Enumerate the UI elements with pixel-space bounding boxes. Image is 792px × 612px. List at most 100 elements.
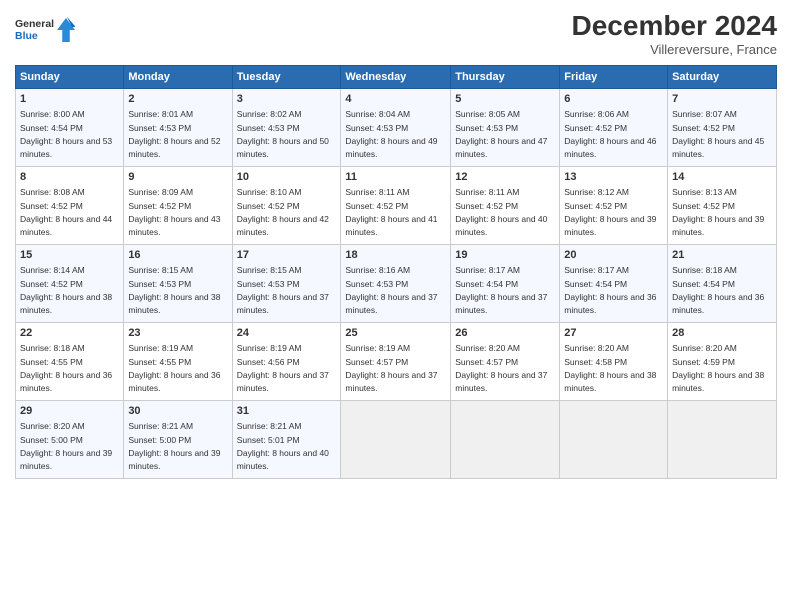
day-cell-15: 15 Sunrise: 8:14 AMSunset: 4:52 PMDaylig…: [16, 245, 124, 323]
day-number: 10: [237, 170, 337, 185]
day-info: Sunrise: 8:05 AMSunset: 4:53 PMDaylight:…: [455, 109, 547, 159]
day-number: 21: [672, 248, 772, 263]
day-info: Sunrise: 8:14 AMSunset: 4:52 PMDaylight:…: [20, 265, 112, 315]
day-info: Sunrise: 8:21 AMSunset: 5:01 PMDaylight:…: [237, 421, 329, 471]
day-info: Sunrise: 8:15 AMSunset: 4:53 PMDaylight:…: [128, 265, 220, 315]
week-row-4: 22 Sunrise: 8:18 AMSunset: 4:55 PMDaylig…: [16, 323, 777, 401]
day-cell-23: 23 Sunrise: 8:19 AMSunset: 4:55 PMDaylig…: [124, 323, 232, 401]
day-info: Sunrise: 8:15 AMSunset: 4:53 PMDaylight:…: [237, 265, 329, 315]
day-cell-18: 18 Sunrise: 8:16 AMSunset: 4:53 PMDaylig…: [341, 245, 451, 323]
day-info: Sunrise: 8:00 AMSunset: 4:54 PMDaylight:…: [20, 109, 112, 159]
day-cell-10: 10 Sunrise: 8:10 AMSunset: 4:52 PMDaylig…: [232, 167, 341, 245]
header-saturday: Saturday: [668, 66, 777, 89]
title-area: December 2024 Villereversure, France: [572, 10, 777, 57]
day-info: Sunrise: 8:04 AMSunset: 4:53 PMDaylight:…: [345, 109, 437, 159]
day-cell-2: 2 Sunrise: 8:01 AMSunset: 4:53 PMDayligh…: [124, 89, 232, 167]
header-wednesday: Wednesday: [341, 66, 451, 89]
day-cell-31: 31 Sunrise: 8:21 AMSunset: 5:01 PMDaylig…: [232, 401, 341, 479]
week-row-2: 8 Sunrise: 8:08 AMSunset: 4:52 PMDayligh…: [16, 167, 777, 245]
day-cell-11: 11 Sunrise: 8:11 AMSunset: 4:52 PMDaylig…: [341, 167, 451, 245]
day-cell-16: 16 Sunrise: 8:15 AMSunset: 4:53 PMDaylig…: [124, 245, 232, 323]
page: { "header": { "logo_line1": "General", "…: [0, 0, 792, 612]
day-number: 25: [345, 326, 446, 341]
day-cell-14: 14 Sunrise: 8:13 AMSunset: 4:52 PMDaylig…: [668, 167, 777, 245]
empty-cell: [560, 401, 668, 479]
day-info: Sunrise: 8:10 AMSunset: 4:52 PMDaylight:…: [237, 187, 329, 237]
day-info: Sunrise: 8:07 AMSunset: 4:52 PMDaylight:…: [672, 109, 764, 159]
week-row-3: 15 Sunrise: 8:14 AMSunset: 4:52 PMDaylig…: [16, 245, 777, 323]
day-number: 16: [128, 248, 227, 263]
day-cell-19: 19 Sunrise: 8:17 AMSunset: 4:54 PMDaylig…: [451, 245, 560, 323]
day-info: Sunrise: 8:18 AMSunset: 4:55 PMDaylight:…: [20, 343, 112, 393]
day-number: 2: [128, 92, 227, 107]
day-info: Sunrise: 8:08 AMSunset: 4:52 PMDaylight:…: [20, 187, 112, 237]
day-number: 1: [20, 92, 119, 107]
svg-text:Blue: Blue: [15, 30, 38, 42]
week-row-1: 1 Sunrise: 8:00 AMSunset: 4:54 PMDayligh…: [16, 89, 777, 167]
day-number: 6: [564, 92, 663, 107]
day-cell-1: 1 Sunrise: 8:00 AMSunset: 4:54 PMDayligh…: [16, 89, 124, 167]
day-number: 31: [237, 404, 337, 419]
day-number: 17: [237, 248, 337, 263]
day-info: Sunrise: 8:21 AMSunset: 5:00 PMDaylight:…: [128, 421, 220, 471]
day-cell-27: 27 Sunrise: 8:20 AMSunset: 4:58 PMDaylig…: [560, 323, 668, 401]
day-info: Sunrise: 8:17 AMSunset: 4:54 PMDaylight:…: [455, 265, 547, 315]
day-number: 5: [455, 92, 555, 107]
logo: General Blue: [15, 10, 75, 50]
day-cell-22: 22 Sunrise: 8:18 AMSunset: 4:55 PMDaylig…: [16, 323, 124, 401]
day-number: 29: [20, 404, 119, 419]
day-info: Sunrise: 8:02 AMSunset: 4:53 PMDaylight:…: [237, 109, 329, 159]
day-info: Sunrise: 8:11 AMSunset: 4:52 PMDaylight:…: [455, 187, 547, 237]
empty-cell: [668, 401, 777, 479]
day-info: Sunrise: 8:09 AMSunset: 4:52 PMDaylight:…: [128, 187, 220, 237]
day-info: Sunrise: 8:20 AMSunset: 4:57 PMDaylight:…: [455, 343, 547, 393]
day-cell-21: 21 Sunrise: 8:18 AMSunset: 4:54 PMDaylig…: [668, 245, 777, 323]
svg-text:General: General: [15, 18, 54, 30]
calendar-table: Sunday Monday Tuesday Wednesday Thursday…: [15, 65, 777, 479]
header-friday: Friday: [560, 66, 668, 89]
day-cell-25: 25 Sunrise: 8:19 AMSunset: 4:57 PMDaylig…: [341, 323, 451, 401]
day-number: 19: [455, 248, 555, 263]
day-cell-26: 26 Sunrise: 8:20 AMSunset: 4:57 PMDaylig…: [451, 323, 560, 401]
day-number: 20: [564, 248, 663, 263]
day-number: 12: [455, 170, 555, 185]
day-cell-17: 17 Sunrise: 8:15 AMSunset: 4:53 PMDaylig…: [232, 245, 341, 323]
day-cell-3: 3 Sunrise: 8:02 AMSunset: 4:53 PMDayligh…: [232, 89, 341, 167]
day-cell-20: 20 Sunrise: 8:17 AMSunset: 4:54 PMDaylig…: [560, 245, 668, 323]
empty-cell: [451, 401, 560, 479]
day-cell-8: 8 Sunrise: 8:08 AMSunset: 4:52 PMDayligh…: [16, 167, 124, 245]
day-number: 14: [672, 170, 772, 185]
day-number: 18: [345, 248, 446, 263]
day-number: 30: [128, 404, 227, 419]
header-thursday: Thursday: [451, 66, 560, 89]
day-number: 13: [564, 170, 663, 185]
header-tuesday: Tuesday: [232, 66, 341, 89]
day-info: Sunrise: 8:06 AMSunset: 4:52 PMDaylight:…: [564, 109, 656, 159]
day-number: 9: [128, 170, 227, 185]
day-cell-24: 24 Sunrise: 8:19 AMSunset: 4:56 PMDaylig…: [232, 323, 341, 401]
day-info: Sunrise: 8:11 AMSunset: 4:52 PMDaylight:…: [345, 187, 437, 237]
location-subtitle: Villereversure, France: [572, 42, 777, 57]
day-number: 28: [672, 326, 772, 341]
day-number: 23: [128, 326, 227, 341]
day-cell-6: 6 Sunrise: 8:06 AMSunset: 4:52 PMDayligh…: [560, 89, 668, 167]
logo-svg: General Blue: [15, 10, 75, 50]
day-info: Sunrise: 8:13 AMSunset: 4:52 PMDaylight:…: [672, 187, 764, 237]
day-number: 11: [345, 170, 446, 185]
day-info: Sunrise: 8:20 AMSunset: 5:00 PMDaylight:…: [20, 421, 112, 471]
day-number: 27: [564, 326, 663, 341]
day-number: 4: [345, 92, 446, 107]
day-cell-28: 28 Sunrise: 8:20 AMSunset: 4:59 PMDaylig…: [668, 323, 777, 401]
day-number: 26: [455, 326, 555, 341]
day-number: 8: [20, 170, 119, 185]
day-cell-13: 13 Sunrise: 8:12 AMSunset: 4:52 PMDaylig…: [560, 167, 668, 245]
day-cell-7: 7 Sunrise: 8:07 AMSunset: 4:52 PMDayligh…: [668, 89, 777, 167]
day-info: Sunrise: 8:20 AMSunset: 4:59 PMDaylight:…: [672, 343, 764, 393]
header: General Blue December 2024 Villereversur…: [15, 10, 777, 57]
day-info: Sunrise: 8:12 AMSunset: 4:52 PMDaylight:…: [564, 187, 656, 237]
day-info: Sunrise: 8:16 AMSunset: 4:53 PMDaylight:…: [345, 265, 437, 315]
empty-cell: [341, 401, 451, 479]
day-number: 15: [20, 248, 119, 263]
day-number: 3: [237, 92, 337, 107]
week-row-5: 29 Sunrise: 8:20 AMSunset: 5:00 PMDaylig…: [16, 401, 777, 479]
